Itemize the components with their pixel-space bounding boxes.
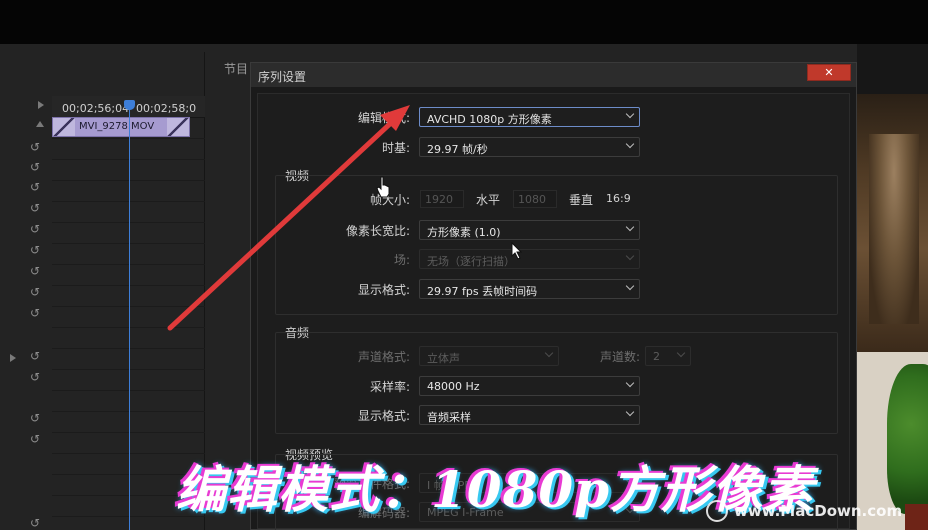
clip-fx-icon: [53, 118, 75, 136]
field-label: 场:: [393, 253, 410, 267]
channel-format-value: 立体声: [427, 352, 460, 365]
sample-rate-dropdown[interactable]: 48000 Hz: [419, 376, 640, 396]
frame-height-value: 1080: [518, 193, 546, 206]
sync-lock-icon[interactable]: ↺: [30, 432, 40, 446]
hand-pointer-icon: [376, 176, 390, 198]
dialog-title: 序列设置: [258, 70, 307, 84]
chevron-down-icon: [625, 109, 635, 119]
sync-lock-icon[interactable]: ↺: [30, 222, 40, 236]
collapse-triangle-icon[interactable]: [36, 121, 44, 127]
audio-display-format-value: 音频采样: [427, 411, 471, 424]
frame-size-label: 帧大小:: [369, 193, 410, 207]
sync-lock-icon[interactable]: ↺: [30, 411, 40, 425]
audio-display-format-label: 显示格式:: [357, 409, 410, 423]
channel-count-dropdown: 2: [645, 346, 691, 366]
pixel-aspect-dropdown[interactable]: 方形像素 (1.0): [419, 220, 640, 240]
playhead-handle[interactable]: [124, 100, 135, 110]
sync-lock-icon[interactable]: ↺: [30, 516, 40, 530]
preview-plant: [887, 364, 928, 514]
frame-width-field: 1920: [420, 190, 464, 208]
sync-lock-icon[interactable]: ↺: [30, 370, 40, 384]
timebase-dropdown[interactable]: 29.97 帧/秒: [419, 137, 640, 157]
pixel-aspect-value: 方形像素 (1.0): [427, 226, 501, 239]
sync-lock-icon[interactable]: ↺: [30, 349, 40, 363]
expand-triangle-icon[interactable]: [10, 354, 16, 362]
video-display-format-value: 29.97 fps 丢帧时间码: [427, 285, 538, 298]
playhead-line[interactable]: [129, 104, 130, 530]
channel-format-dropdown: 立体声: [419, 346, 559, 366]
sync-lock-icon[interactable]: ↺: [30, 160, 40, 174]
channel-format-label: 声道格式:: [357, 350, 410, 364]
sync-lock-icon[interactable]: ↺: [30, 264, 40, 278]
program-monitor-tab[interactable]: 节目: [224, 60, 248, 77]
top-black-bar: [0, 0, 928, 44]
sample-rate-value: 48000 Hz: [427, 380, 480, 393]
chevron-down-icon: [625, 281, 635, 291]
frame-height-field: 1080: [513, 190, 557, 208]
channel-count-label: 声道数:: [599, 350, 640, 364]
edit-mode-label: 编辑模式:: [357, 111, 410, 125]
preview-painting: [857, 94, 928, 352]
audio-display-format-dropdown[interactable]: 音频采样: [419, 405, 640, 425]
dialog-titlebar[interactable]: 序列设置 ✕: [251, 63, 856, 87]
sync-lock-icon[interactable]: ↺: [30, 306, 40, 320]
video-clip[interactable]: MVI_9278.MOV: [52, 117, 190, 137]
chevron-down-icon: [625, 222, 635, 232]
sync-lock-icon[interactable]: ↺: [30, 180, 40, 194]
watermark-text: www.MacDown.com: [734, 502, 903, 520]
screen: ↺ ↺ ↺ ↺ ↺ ↺ ↺ ↺ ↺ ↺ ↺ ↺ ↺ ↺ 00;02;56;04 …: [0, 0, 928, 530]
pixel-aspect-label: 像素长宽比:: [345, 224, 410, 238]
sample-rate-label: 采样率:: [369, 380, 410, 394]
edit-mode-value: AVCHD 1080p 方形像素: [427, 113, 552, 126]
video-preview: [857, 44, 928, 530]
timebase-label: 时基:: [381, 141, 410, 155]
chevron-down-icon: [625, 378, 635, 388]
frame-width-value: 1920: [425, 193, 453, 206]
field-value: 无场（逐行扫描）: [427, 255, 515, 268]
clip-name: MVI_9278.MOV: [79, 121, 155, 132]
video-display-format-dropdown[interactable]: 29.97 fps 丢帧时间码: [419, 279, 640, 299]
field-dropdown: 无场（逐行扫描）: [419, 249, 640, 269]
chevron-down-icon: [625, 407, 635, 417]
vertical-label: 垂直: [569, 193, 594, 207]
video-display-format-label: 显示格式:: [357, 283, 410, 297]
aspect-ratio-value: 16:9: [606, 192, 631, 205]
clip-fx-icon: [167, 118, 189, 136]
timecode-right: 00;02;58;0: [136, 102, 197, 115]
timebase-value: 29.97 帧/秒: [427, 143, 488, 156]
close-button[interactable]: ✕: [807, 64, 851, 81]
sync-lock-icon[interactable]: ↺: [30, 201, 40, 215]
chevron-down-icon: [676, 348, 686, 358]
horizontal-label: 水平: [476, 193, 501, 207]
edit-mode-dropdown[interactable]: AVCHD 1080p 方形像素: [419, 107, 640, 127]
chevron-down-icon: [625, 251, 635, 261]
timecode-left: 00;02;56;04: [62, 102, 130, 115]
sync-lock-icon[interactable]: ↺: [30, 140, 40, 154]
macdown-logo-icon: [706, 500, 728, 522]
chevron-down-icon: [544, 348, 554, 358]
sync-lock-icon[interactable]: ↺: [30, 285, 40, 299]
chevron-down-icon: [625, 139, 635, 149]
arrow-pointer-icon: [511, 242, 523, 260]
track-headers: ↺ ↺ ↺ ↺ ↺ ↺ ↺ ↺ ↺ ↺ ↺ ↺ ↺ ↺: [0, 96, 52, 530]
channel-count-value: 2: [653, 350, 660, 363]
preview-pot: [905, 504, 928, 530]
sync-lock-icon[interactable]: ↺: [30, 243, 40, 257]
expand-triangle-icon[interactable]: [38, 101, 44, 109]
